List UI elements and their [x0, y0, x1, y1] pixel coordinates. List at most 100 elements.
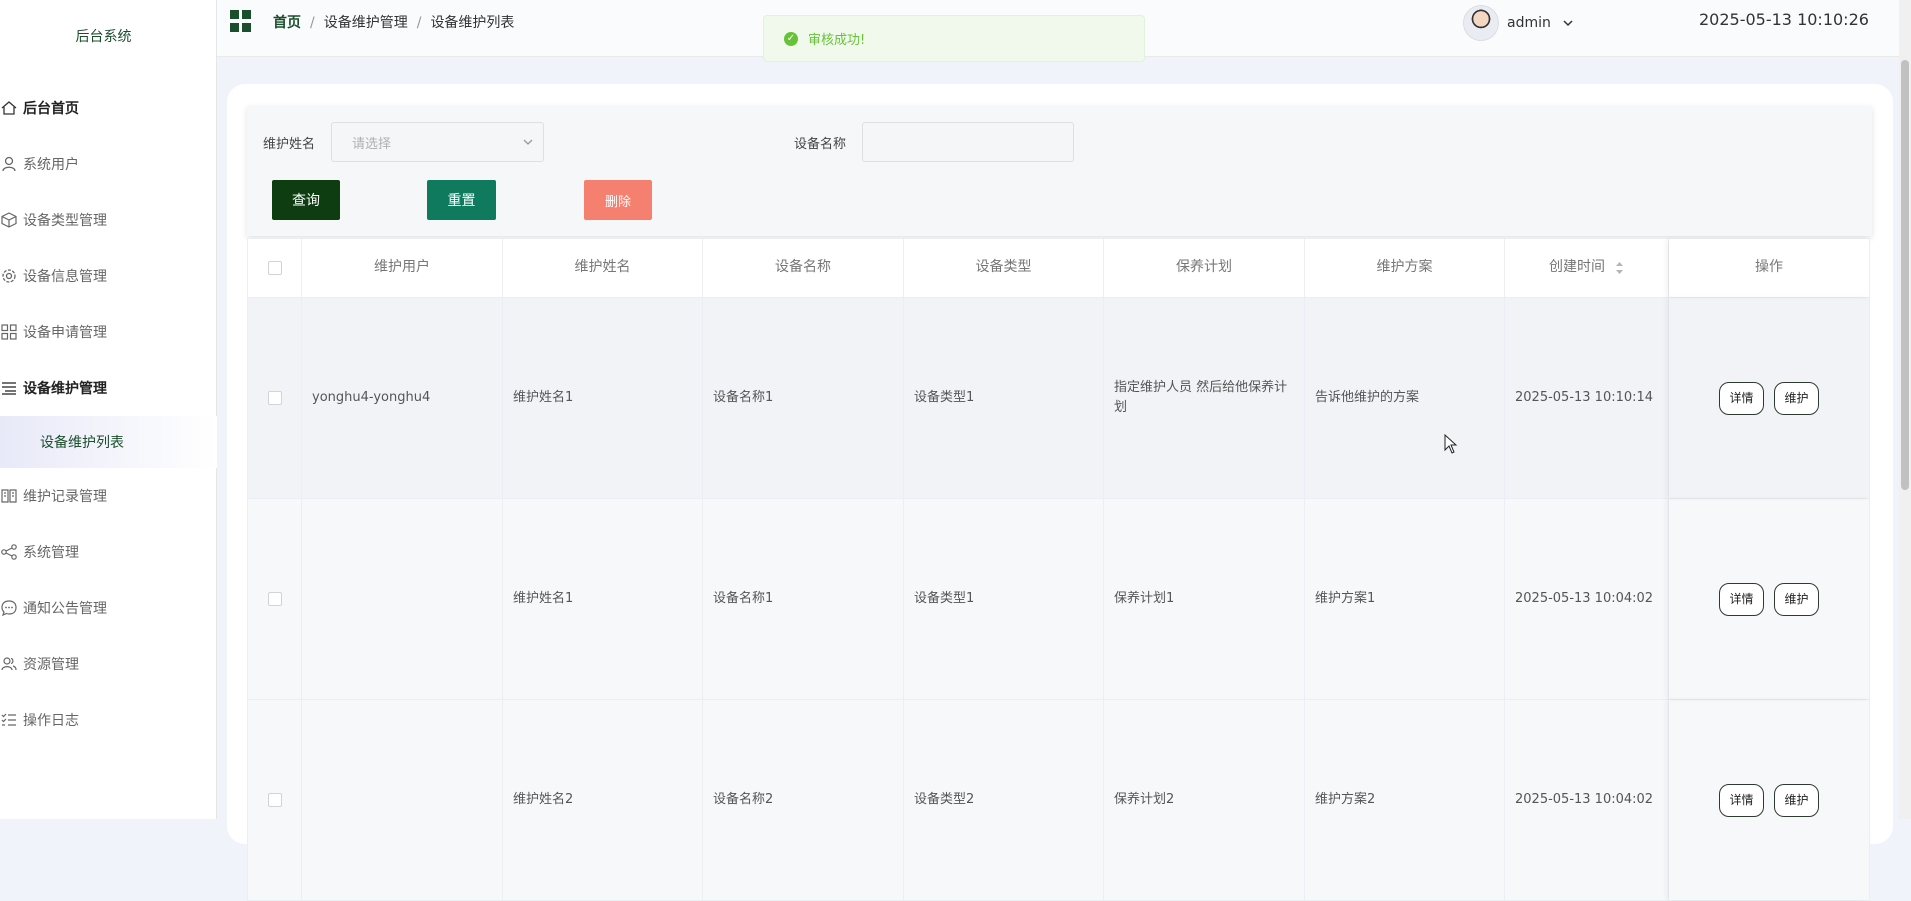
sidebar-item-maintenance-records[interactable]: 维护记录管理	[0, 468, 217, 524]
sort-icon[interactable]	[1615, 261, 1624, 275]
sidebar-subitem-label: 设备维护列表	[40, 435, 124, 451]
log-icon	[1, 713, 16, 726]
page-scrollbar-thumb[interactable]	[1901, 60, 1909, 490]
sidebar: 后台系统 后台首页 系统用户 设备类型管理 设备信息管理 设备申请管理 设备维护…	[0, 0, 217, 819]
box-icon	[1, 212, 17, 228]
row-select-cell	[247, 700, 302, 900]
sidebar-item-notices[interactable]: 通知公告管理	[0, 580, 217, 636]
table-row: yonghu4-yonghu4 维护姓名1 设备名称1 设备类型1 指定维护人员…	[247, 298, 1870, 499]
cell-operations: 详情 维护	[1669, 700, 1870, 900]
cell-solution: 告诉他维护的方案	[1305, 298, 1505, 498]
cell-user: yonghu4-yonghu4	[302, 298, 503, 498]
cell-solution: 维护方案2	[1305, 700, 1505, 900]
users-icon	[1, 657, 17, 671]
column-header-label: 创建时间	[1549, 259, 1605, 276]
sidebar-item-label: 设备类型管理	[23, 213, 107, 229]
maintain-button[interactable]: 维护	[1774, 783, 1819, 817]
sidebar-item-label: 资源管理	[23, 657, 79, 673]
user-menu[interactable]: admin	[1463, 2, 1573, 44]
column-header-created[interactable]: 创建时间	[1505, 239, 1669, 297]
cell-name: 维护姓名1	[503, 499, 703, 699]
row-select-cell	[247, 298, 302, 498]
sidebar-item-label: 操作日志	[23, 713, 79, 729]
cell-plan: 保养计划2	[1104, 700, 1305, 900]
toast-message: 审核成功!	[808, 33, 866, 48]
cell-type: 设备类型1	[904, 499, 1104, 699]
cell-created: 2025-05-13 10:04:02	[1505, 700, 1669, 900]
sidebar-item-label: 维护记录管理	[23, 489, 107, 505]
column-header: 设备类型	[904, 239, 1104, 297]
maintain-button[interactable]: 维护	[1774, 381, 1819, 415]
sidebar-item-home[interactable]: 后台首页	[0, 80, 217, 136]
cell-plan: 保养计划1	[1104, 499, 1305, 699]
success-toast: ✓ 审核成功!	[763, 15, 1145, 62]
sidebar-item-label: 系统管理	[23, 545, 79, 561]
detail-button[interactable]: 详情	[1719, 783, 1764, 817]
sidebar-item-label: 通知公告管理	[23, 601, 107, 617]
row-checkbox[interactable]	[267, 793, 282, 807]
maintenance-table: 维护用户 维护姓名 设备名称 设备类型 保养计划 维护方案 创建时间 操作 yo…	[247, 238, 1870, 901]
sidebar-item-device-info[interactable]: 设备信息管理	[0, 248, 217, 304]
select-all-checkbox[interactable]	[267, 261, 282, 275]
device-name-label: 设备名称	[794, 137, 847, 152]
row-select-cell	[247, 499, 302, 699]
sidebar-item-device-apply[interactable]: 设备申请管理	[0, 304, 217, 360]
breadcrumb-section: 设备维护管理	[323, 15, 408, 31]
query-button[interactable]: 查询	[272, 180, 340, 220]
table-row: 维护姓名2 设备名称2 设备类型2 保养计划2 维护方案2 2025-05-13…	[247, 700, 1870, 901]
check-circle-icon: ✓	[784, 31, 798, 46]
breadcrumb: 首页 / 设备维护管理 / 设备维护列表	[273, 15, 515, 31]
cell-type: 设备类型2	[904, 700, 1104, 900]
maint-name-placeholder: 请选择	[352, 136, 392, 152]
cell-name: 维护姓名1	[503, 298, 703, 498]
home-icon	[1, 101, 17, 115]
sidebar-item-system-users[interactable]: 系统用户	[0, 136, 217, 192]
sidebar-item-label: 设备信息管理	[23, 269, 107, 285]
select-all-cell	[247, 239, 302, 297]
maintain-button[interactable]: 维护	[1774, 582, 1819, 616]
breadcrumb-current: 设备维护列表	[430, 15, 515, 31]
maint-name-select[interactable]: 请选择	[331, 122, 544, 162]
sidebar-item-device-maintenance[interactable]: 设备维护管理	[0, 360, 217, 416]
cell-user	[302, 700, 503, 900]
sidebar-item-system-management[interactable]: 系统管理	[0, 524, 217, 580]
apps-grid-icon[interactable]	[230, 10, 252, 32]
cell-operations: 详情 维护	[1669, 499, 1870, 699]
column-header: 操作	[1669, 239, 1870, 297]
list-icon	[2, 382, 16, 395]
sidebar-menu: 后台首页 系统用户 设备类型管理 设备信息管理 设备申请管理 设备维护管理 设备…	[0, 80, 217, 748]
cell-operations: 详情 维护	[1669, 298, 1870, 498]
detail-button[interactable]: 详情	[1719, 582, 1764, 616]
cell-plan: 指定维护人员 然后给他保养计划	[1104, 298, 1305, 498]
book-icon	[1, 489, 17, 503]
chevron-down-icon	[1563, 20, 1573, 27]
cell-device: 设备名称2	[703, 700, 904, 900]
table-header-row: 维护用户 维护姓名 设备名称 设备类型 保养计划 维护方案 创建时间 操作	[247, 238, 1870, 298]
table-row: 维护姓名1 设备名称1 设备类型1 保养计划1 维护方案1 2025-05-13…	[247, 499, 1870, 700]
detail-button[interactable]: 详情	[1719, 381, 1764, 415]
sidebar-item-label: 设备维护管理	[23, 381, 107, 397]
share-icon	[1, 544, 17, 560]
column-header: 维护方案	[1305, 239, 1505, 297]
row-checkbox[interactable]	[267, 592, 282, 606]
sidebar-item-device-types[interactable]: 设备类型管理	[0, 192, 217, 248]
breadcrumb-home[interactable]: 首页	[273, 15, 301, 31]
reset-button[interactable]: 重置	[427, 180, 496, 220]
delete-button[interactable]: 删除	[584, 180, 652, 220]
chevron-down-icon	[523, 139, 533, 145]
avatar	[1463, 5, 1499, 41]
cell-name: 维护姓名2	[503, 700, 703, 900]
sidebar-subitem-maintenance-list[interactable]: 设备维护列表	[0, 416, 217, 468]
column-header: 保养计划	[1104, 239, 1305, 297]
cell-type: 设备类型1	[904, 298, 1104, 498]
device-name-input[interactable]	[862, 122, 1074, 162]
cell-user	[302, 499, 503, 699]
row-checkbox[interactable]	[267, 391, 282, 405]
current-datetime: 2025-05-13 10:10:26	[1699, 10, 1869, 29]
sidebar-item-operation-log[interactable]: 操作日志	[0, 692, 217, 748]
cell-device: 设备名称1	[703, 499, 904, 699]
cell-created: 2025-05-13 10:10:14	[1505, 298, 1669, 498]
cell-device: 设备名称1	[703, 298, 904, 498]
sidebar-item-resources[interactable]: 资源管理	[0, 636, 217, 692]
column-header: 维护姓名	[503, 239, 703, 297]
